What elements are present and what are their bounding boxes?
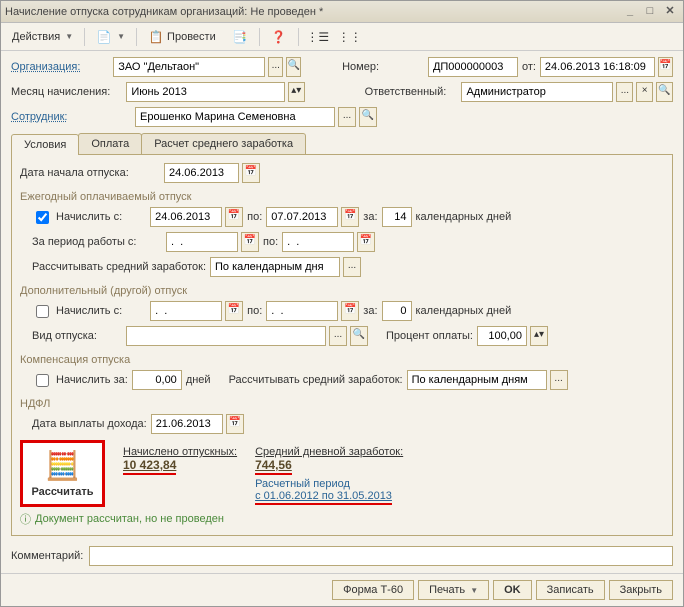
footer: Форма Т-60 Печать ▼ OK Записать Закрыть <box>1 573 683 606</box>
emp-input[interactable] <box>135 107 335 127</box>
provesti-button[interactable]: 📋Провести <box>141 26 223 48</box>
to-cal-icon[interactable]: 📅 <box>341 207 359 227</box>
period-to-input[interactable] <box>282 232 354 252</box>
accrued-value: 10 423,84 <box>123 458 176 475</box>
status-text: ⓘ Документ рассчитан, но не проведен <box>20 511 664 527</box>
start-cal-icon[interactable]: 📅 <box>242 163 260 183</box>
income-date-input[interactable] <box>151 414 223 434</box>
tabs: Условия Оплата Расчет среднего заработка <box>11 133 673 155</box>
accrue-from-label: Начислить с: <box>56 211 122 223</box>
emp-select-btn[interactable]: ... <box>338 107 356 127</box>
vac-type-label: Вид отпуска: <box>32 330 122 342</box>
avg-dd-icon[interactable]: ... <box>343 257 361 277</box>
period-label: За период работы с: <box>32 236 162 248</box>
resp-label: Ответственный: <box>365 86 458 98</box>
resp-input[interactable] <box>461 82 613 102</box>
ot-label: от: <box>522 61 536 73</box>
comment-input[interactable] <box>89 546 673 566</box>
tab-conditions[interactable]: Условия <box>11 134 79 155</box>
emp-open-btn[interactable]: 🔍 <box>359 107 377 127</box>
comp-avg-select[interactable] <box>407 370 547 390</box>
actions-menu[interactable]: Действия▼ <box>5 28 80 46</box>
maximize-button[interactable]: □ <box>641 4 659 20</box>
ok-button[interactable]: OK <box>493 580 532 600</box>
tb-icon-2[interactable]: ⋮☰ <box>303 26 333 48</box>
tab-payment[interactable]: Оплата <box>78 133 142 154</box>
start-label: Дата начала отпуска: <box>20 167 160 179</box>
form-t60-button[interactable]: Форма Т-60 <box>332 580 414 600</box>
comp-checkbox[interactable] <box>36 374 49 387</box>
resp-clear-btn[interactable]: × <box>636 82 653 102</box>
window: Начисление отпуска сотрудникам организац… <box>0 0 684 607</box>
resp-open-btn[interactable]: 🔍 <box>656 82 673 102</box>
days-text: календарных дней <box>416 211 512 223</box>
org-label[interactable]: Организация: <box>11 61 109 73</box>
daily-label: Средний дневной заработок: <box>255 446 403 458</box>
comment-label: Комментарий: <box>11 550 83 562</box>
period-from-cal[interactable]: 📅 <box>241 232 259 252</box>
content: Организация: ... 🔍 Номер: от: 📅 Месяц на… <box>1 51 683 573</box>
add-to-input[interactable] <box>266 301 338 321</box>
new-icon[interactable]: 📄▼ <box>89 26 132 48</box>
accrued-label: Начислено отпускных: <box>123 446 237 458</box>
annual-title: Ежегодный оплачиваемый отпуск <box>20 191 664 203</box>
ndfl-title: НДФЛ <box>20 398 664 410</box>
date-input[interactable] <box>540 57 655 77</box>
titlebar: Начисление отпуска сотрудникам организац… <box>1 1 683 23</box>
month-label: Месяц начисления: <box>11 86 122 98</box>
minimize-button[interactable]: _ <box>621 4 639 20</box>
help-icon[interactable]: ❓ <box>264 26 294 48</box>
calculator-icon: 🧮 <box>29 449 96 482</box>
close-footer-button[interactable]: Закрыть <box>609 580 673 600</box>
toolbar: Действия▼ 📄▼ 📋Провести 📑 ❓ ⋮☰ ⋮⋮ <box>1 23 683 51</box>
date-cal-icon[interactable]: 📅 <box>658 57 673 77</box>
print-button[interactable]: Печать ▼ <box>418 580 489 600</box>
daily-value: 744,56 <box>255 458 292 475</box>
number-label: Номер: <box>342 61 424 73</box>
tb-icon-3[interactable]: ⋮⋮ <box>335 26 365 48</box>
add-days-input[interactable] <box>382 301 412 321</box>
emp-label[interactable]: Сотрудник: <box>11 111 131 123</box>
period-from-input[interactable] <box>166 232 238 252</box>
month-up-icon[interactable]: ▴▾ <box>288 82 305 102</box>
number-input[interactable] <box>428 57 518 77</box>
avg-select[interactable] <box>210 257 340 277</box>
percent-input[interactable] <box>477 326 527 346</box>
comp-title: Компенсация отпуска <box>20 354 664 366</box>
for-label: за: <box>363 211 377 223</box>
info-icon: ⓘ <box>20 511 31 527</box>
save-button[interactable]: Записать <box>536 580 605 600</box>
percent-label: Процент оплаты: <box>386 330 473 342</box>
start-input[interactable] <box>164 163 239 183</box>
add-accrue-checkbox[interactable] <box>36 305 49 318</box>
from-cal-icon[interactable]: 📅 <box>225 207 243 227</box>
month-input[interactable] <box>126 82 284 102</box>
accrue-checkbox[interactable] <box>36 211 49 224</box>
tab-avg-calc[interactable]: Расчет среднего заработка <box>141 133 306 154</box>
to-input[interactable] <box>266 207 338 227</box>
calculate-button[interactable]: 🧮 Рассчитать <box>20 440 105 507</box>
income-date-label: Дата выплаты дохода: <box>32 418 147 430</box>
resp-select-btn[interactable]: ... <box>616 82 633 102</box>
days-input[interactable] <box>382 207 412 227</box>
avg-label: Рассчитывать средний заработок: <box>32 261 206 273</box>
add-from-input[interactable] <box>150 301 222 321</box>
from-input[interactable] <box>150 207 222 227</box>
close-button[interactable]: ✕ <box>661 4 679 20</box>
tab-content: Дата начала отпуска: 📅 Ежегодный оплачив… <box>11 155 673 536</box>
window-title: Начисление отпуска сотрудникам организац… <box>5 6 619 18</box>
to-label: по: <box>247 211 262 223</box>
additional-title: Дополнительный (другой) отпуск <box>20 285 664 297</box>
comp-value-input[interactable] <box>132 370 182 390</box>
period-link[interactable]: с 01.06.2012 по 31.05.2013 <box>255 490 392 505</box>
period-to-cal[interactable]: 📅 <box>357 232 375 252</box>
org-input[interactable] <box>113 57 265 77</box>
org-open-btn[interactable]: 🔍 <box>286 57 301 77</box>
tb-icon-1[interactable]: 📑 <box>225 26 255 48</box>
vac-type-input[interactable] <box>126 326 326 346</box>
org-select-btn[interactable]: ... <box>268 57 283 77</box>
